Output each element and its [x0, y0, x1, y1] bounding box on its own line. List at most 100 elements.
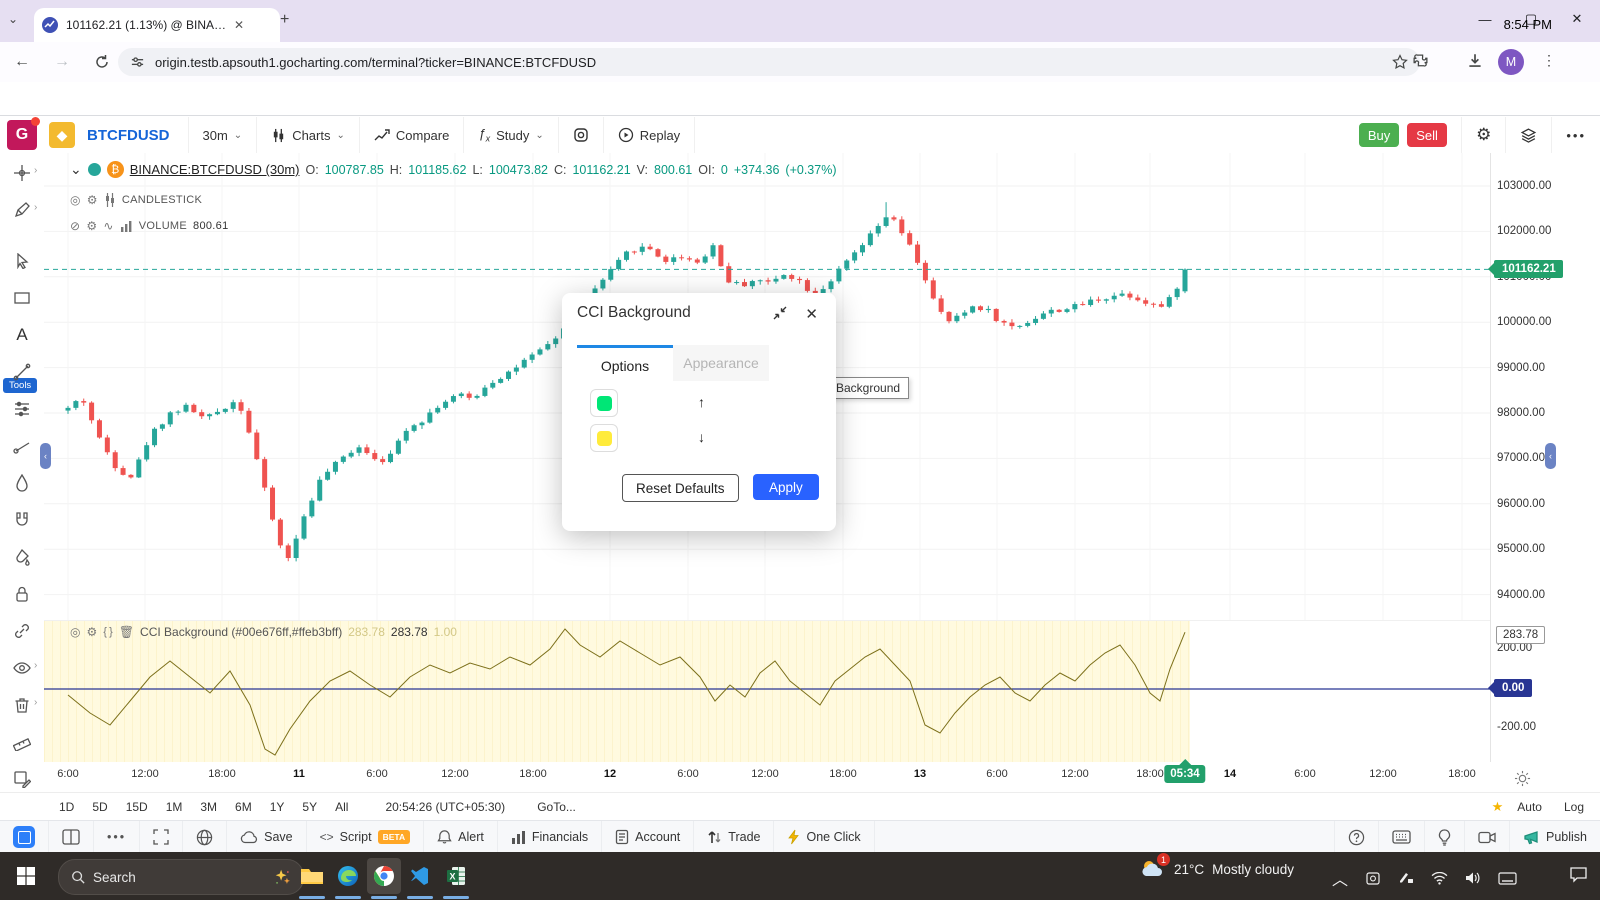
more-options-button[interactable]: •••	[1552, 117, 1600, 153]
charts-menu[interactable]: Charts ⌄	[257, 117, 360, 153]
timeframe-dropdown[interactable]: 30m ⌄	[187, 117, 258, 153]
left-collapse-handle[interactable]: ‹	[40, 443, 51, 469]
browser-menu-icon[interactable]: ⋮	[1542, 52, 1556, 69]
video-button[interactable]	[1465, 821, 1510, 853]
fullscreen-button[interactable]	[140, 821, 184, 853]
range-button-15d[interactable]: 15D	[117, 800, 157, 814]
cci-background-dialog[interactable]: CCI Background ✕ Options Appearance ↑ ↓ …	[562, 293, 836, 531]
cci-pane[interactable]	[44, 620, 1490, 763]
range-button-1d[interactable]: 1D	[50, 800, 83, 814]
replay-menu[interactable]: Replay	[604, 117, 696, 153]
browser-tab[interactable]: 101162.21 (1.13%) @ BINANCE: ✕	[34, 8, 280, 42]
volume-icon[interactable]	[1465, 871, 1481, 885]
keyboard-shortcuts-button[interactable]	[1379, 821, 1425, 853]
globe-button[interactable]	[183, 821, 228, 853]
window-minimize-button[interactable]: —	[1462, 0, 1508, 38]
profile-avatar[interactable]: M	[1498, 49, 1524, 75]
taskbar-file-explorer-icon[interactable]	[295, 858, 329, 894]
sell-button[interactable]: Sell	[1407, 123, 1448, 147]
range-button-1m[interactable]: 1M	[157, 800, 192, 814]
goto-button[interactable]: GoTo...	[537, 800, 576, 814]
snapshot-button[interactable]	[559, 117, 604, 153]
help-button[interactable]	[1334, 821, 1379, 853]
taskbar-vscode-icon[interactable]	[403, 858, 437, 894]
alert-button[interactable]: Alert	[424, 821, 498, 853]
layout-more-button[interactable]: •••	[94, 821, 141, 853]
cursor-tool[interactable]	[7, 246, 37, 276]
range-button-5d[interactable]: 5D	[83, 800, 116, 814]
right-collapse-handle[interactable]: ‹	[1545, 443, 1556, 469]
trash-icon[interactable]: 🗑	[119, 625, 134, 639]
rectangle-tool[interactable]	[7, 283, 37, 313]
wifi-icon[interactable]	[1431, 871, 1448, 885]
layout-split-button[interactable]	[49, 821, 94, 853]
expand-chevron-icon[interactable]: ›	[34, 660, 37, 671]
collapse-chevron-icon[interactable]: ⌄	[70, 161, 82, 178]
eye-icon[interactable]: ◎	[70, 625, 80, 639]
down-color-swatch[interactable]	[590, 424, 618, 452]
expand-chevron-icon[interactable]: ›	[34, 165, 37, 176]
range-button-6m[interactable]: 6M	[226, 800, 261, 814]
taskbar-edge-icon[interactable]	[331, 858, 365, 894]
tab-appearance[interactable]: Appearance	[673, 345, 769, 381]
study-menu[interactable]: ƒx Study ⌄	[464, 117, 559, 153]
gear-icon[interactable]: ⚙	[86, 625, 97, 639]
settings-button[interactable]: ⚙	[1461, 117, 1507, 153]
theme-toggle-icon[interactable]	[1514, 770, 1531, 787]
touch-keyboard-icon[interactable]	[1498, 871, 1517, 885]
window-close-button[interactable]: ✕	[1554, 0, 1600, 38]
code-icon[interactable]: { }	[103, 626, 113, 638]
financials-button[interactable]: Financials	[498, 821, 603, 853]
ray-tool[interactable]	[7, 431, 37, 461]
save-button[interactable]: Save	[227, 821, 307, 853]
notification-icon[interactable]	[1569, 866, 1588, 883]
symbol-ticker[interactable]: BTCFDUSD	[75, 127, 188, 144]
collapse-icon[interactable]	[772, 305, 788, 321]
trend-line-tool[interactable]	[7, 357, 37, 387]
eye-off-icon[interactable]: ⊘	[70, 219, 80, 233]
gocharting-logo[interactable]: G	[7, 117, 40, 150]
auto-scale-toggle[interactable]: Auto	[1517, 800, 1542, 814]
taskbar-clock[interactable]: 8:54 PM	[1504, 0, 1552, 48]
bookmark-star-icon[interactable]	[1392, 54, 1408, 70]
apply-button[interactable]: Apply	[753, 474, 819, 500]
trade-button[interactable]: Trade	[694, 821, 775, 853]
range-button-all[interactable]: All	[326, 800, 357, 814]
cast-icon[interactable]	[1365, 871, 1381, 886]
range-button-5y[interactable]: 5Y	[293, 800, 326, 814]
log-scale-toggle[interactable]: Log	[1564, 800, 1584, 814]
downloads-icon[interactable]	[1466, 52, 1484, 70]
taskbar-search[interactable]: Search	[58, 859, 304, 895]
crosshair-tool[interactable]	[7, 158, 37, 188]
expand-chevron-icon[interactable]: ›	[34, 697, 37, 708]
publish-button[interactable]: Publish	[1510, 821, 1600, 853]
ideas-button[interactable]	[1425, 821, 1465, 853]
forward-button[interactable]: →	[54, 53, 70, 71]
indicators-tool[interactable]	[7, 394, 37, 424]
reset-defaults-button[interactable]: Reset Defaults	[622, 474, 739, 502]
layout-single-button[interactable]	[0, 821, 49, 853]
site-settings-icon[interactable]	[130, 55, 145, 70]
buy-button[interactable]: Buy	[1359, 123, 1400, 147]
one-click-button[interactable]: One Click	[774, 821, 875, 853]
gear-icon[interactable]: ⚙	[86, 219, 97, 233]
range-button-1y[interactable]: 1Y	[261, 800, 294, 814]
tab-search-chevron-icon[interactable]: ⌄	[8, 12, 18, 26]
link-tool[interactable]	[7, 616, 37, 646]
star-icon[interactable]: ★	[1492, 799, 1504, 815]
ruler-tool[interactable]	[7, 727, 37, 757]
lock-tool[interactable]	[7, 579, 37, 609]
compare-menu[interactable]: Compare	[360, 117, 465, 153]
url-bar[interactable]: origin.testb.apsouth1.gocharting.com/ter…	[118, 48, 1420, 76]
tab-close-icon[interactable]: ✕	[234, 18, 244, 32]
taskbar-excel-icon[interactable]: X	[439, 858, 473, 894]
magnet-tool[interactable]	[7, 505, 37, 535]
layouts-button[interactable]	[1506, 117, 1553, 153]
delete-tool[interactable]	[7, 690, 37, 720]
pen-tool[interactable]	[7, 468, 37, 498]
up-color-swatch[interactable]	[590, 389, 618, 417]
close-icon[interactable]: ✕	[805, 305, 818, 323]
script-button[interactable]: <> Script BETA	[307, 821, 425, 853]
paint-tool[interactable]	[7, 542, 37, 572]
taskbar-weather[interactable]: 1 21°C Mostly cloudy	[1140, 853, 1294, 880]
